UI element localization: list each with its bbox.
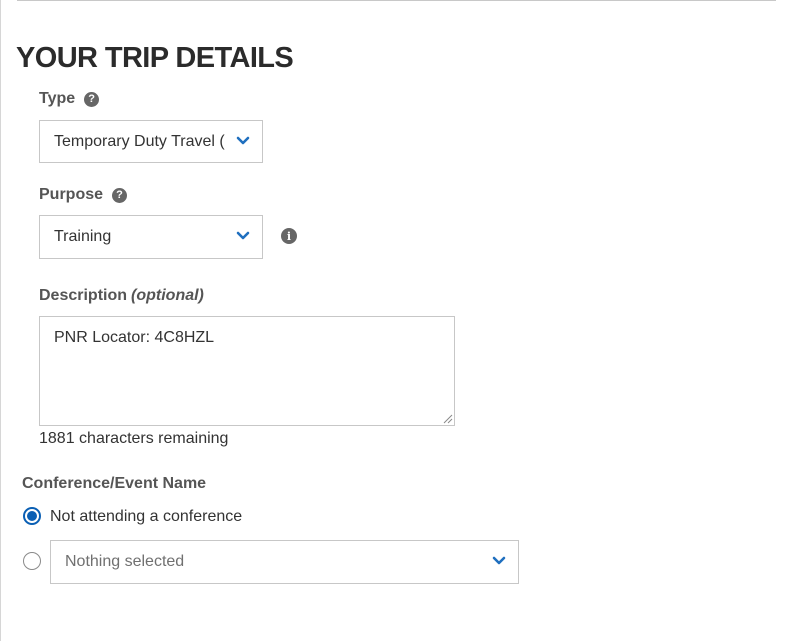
- purpose-select[interactable]: Training: [39, 215, 263, 259]
- radio-not-attending-label[interactable]: Not attending a conference: [50, 508, 242, 526]
- type-label: Type: [39, 90, 76, 107]
- resize-handle-icon[interactable]: [443, 414, 453, 424]
- type-select-value: Temporary Duty Travel (: [54, 132, 225, 150]
- chevron-down-icon: [492, 556, 506, 565]
- purpose-select-value: Training: [54, 228, 112, 245]
- question-circle-icon[interactable]: ?: [112, 187, 128, 203]
- description-label-row: Description (optional): [39, 287, 204, 305]
- radio-select-conference[interactable]: [23, 552, 41, 570]
- characters-remaining: 1881 characters remaining: [39, 430, 229, 447]
- left-border: [0, 0, 1, 641]
- conference-label: Conference/Event Name: [22, 475, 207, 492]
- conference-select[interactable]: Nothing selected: [50, 540, 519, 584]
- description-label: Description: [39, 287, 128, 304]
- chevron-down-icon: [236, 231, 250, 240]
- question-circle-icon[interactable]: ?: [84, 91, 100, 107]
- type-label-row: Type ?: [39, 90, 100, 108]
- page-title: YOUR TRIP DETAILS: [16, 42, 294, 74]
- description-textarea[interactable]: PNR Locator: 4C8HZL: [39, 316, 455, 426]
- chevron-down-icon: [236, 136, 250, 144]
- radio-not-attending[interactable]: [23, 507, 41, 525]
- info-circle-icon[interactable]: i: [281, 228, 297, 244]
- description-value: PNR Locator: 4C8HZL: [54, 329, 215, 346]
- conference-select-placeholder: Nothing selected: [65, 553, 185, 570]
- top-divider: [17, 0, 776, 2]
- optional-label: (optional): [131, 287, 204, 304]
- type-select[interactable]: Temporary Duty Travel (: [39, 120, 263, 163]
- purpose-label-row: Purpose ?: [39, 186, 128, 204]
- purpose-label: Purpose: [39, 186, 104, 203]
